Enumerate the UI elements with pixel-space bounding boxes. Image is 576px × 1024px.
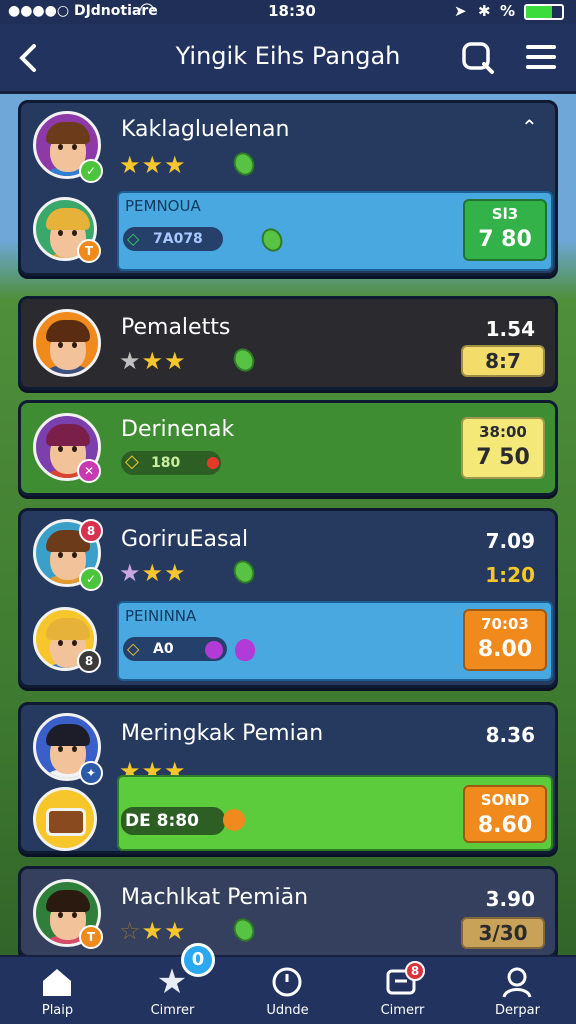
chevron-up-icon[interactable]: ⌃ bbox=[521, 115, 538, 139]
score-small: Sl3 bbox=[491, 205, 519, 223]
hamburger-menu-icon bbox=[526, 45, 556, 69]
player-value: 8.36 bbox=[485, 723, 535, 747]
chevron-left-icon bbox=[19, 44, 36, 72]
player-card[interactable]: Pemaletts ★★★ 1.54 8:7 bbox=[18, 296, 558, 390]
score-pill: DE 8:80 bbox=[121, 807, 225, 835]
score-small: 70:03 bbox=[481, 615, 529, 633]
score-box[interactable]: SOND 8.60 bbox=[463, 785, 547, 843]
coin-badge-icon: 8 bbox=[77, 649, 101, 673]
status-time: 18:30 bbox=[268, 2, 316, 20]
score-big: 7 80 bbox=[478, 227, 532, 252]
score-box[interactable]: 38:00 7 50 bbox=[461, 417, 545, 479]
panel-label: PEMNOUA bbox=[125, 197, 201, 215]
score-small: SOND bbox=[480, 791, 530, 809]
tab-label: Cimrer bbox=[150, 1003, 195, 1018]
status-bar: ●●●●○ DJdnotiare ◠ 18:30 ➤ ✱ % bbox=[0, 0, 576, 24]
player-card[interactable]: ✕ Derinenak 180 ◇ 38:00 7 50 bbox=[18, 400, 558, 496]
carrier-label: ●●●●○ DJdnotiare bbox=[8, 3, 158, 19]
score-big: 7 50 bbox=[476, 445, 530, 470]
tab-stars[interactable]: ★ 0 Cimrer bbox=[115, 943, 230, 1024]
bolt-badge-icon: ✦ bbox=[79, 761, 103, 785]
top-nav-bar: Yingik Eihs Pangah bbox=[0, 24, 576, 94]
shield-icon: ◇ bbox=[127, 229, 140, 248]
clock-icon bbox=[272, 967, 302, 997]
score-box[interactable]: 3/30 bbox=[461, 917, 545, 949]
stats-panel: DE 8:80 SOND 8.60 bbox=[117, 775, 553, 851]
player-card[interactable]: ✓ Kaklagluelenan ⌃ ★★★ T PEMNOUA 7A078 ◇… bbox=[18, 100, 558, 276]
bluetooth-icon: ✱ bbox=[478, 2, 491, 20]
bolt-badge-icon: ✕ bbox=[77, 459, 101, 483]
search-button[interactable] bbox=[460, 40, 496, 76]
location-icon: ➤ bbox=[454, 2, 467, 20]
menu-button[interactable] bbox=[524, 42, 558, 74]
score-box[interactable]: Sl3 7 80 bbox=[463, 199, 547, 261]
home-icon bbox=[43, 969, 71, 996]
player-card[interactable]: 8 ✓ GoriruEasal ★★★ 7.09 1:20 8 PEININNA… bbox=[18, 508, 558, 688]
tab-chat[interactable]: 8 Cimerr bbox=[345, 957, 460, 1024]
player-name: GoriruEasal bbox=[121, 527, 249, 552]
tab-badge: 8 bbox=[405, 961, 425, 981]
stats-panel: PEMNOUA 7A078 ◇ Sl3 7 80 bbox=[117, 191, 553, 271]
tab-badge: 0 bbox=[181, 943, 215, 977]
player-card[interactable]: ✦ Meringkak Pemian ★★★ 8.36 DE 8:80 SOND… bbox=[18, 702, 558, 854]
player-card[interactable]: T Machlkat Pemiān ☆★★ 3.90 3/30 bbox=[18, 866, 558, 958]
alert-badge-icon: 8 bbox=[79, 519, 103, 543]
player-name: Machlkat Pemiān bbox=[121, 885, 309, 910]
player-name: Derinenak bbox=[121, 417, 235, 442]
score-big: 8.00 bbox=[477, 637, 533, 662]
star-rating: ★★★ bbox=[119, 559, 187, 587]
player-value: 7.09 bbox=[485, 529, 535, 553]
star-rating: ☆★★ bbox=[119, 917, 187, 945]
orb-icon bbox=[205, 641, 223, 659]
score-small: 38:00 bbox=[479, 423, 527, 441]
check-badge-icon: ✓ bbox=[79, 159, 103, 183]
gem-icon bbox=[229, 915, 259, 945]
tab-profile[interactable]: Derpar bbox=[460, 957, 575, 1024]
gem-icon bbox=[257, 225, 287, 255]
player-name: Pemaletts bbox=[121, 315, 231, 340]
battery-percent: % bbox=[500, 2, 516, 20]
score-box[interactable]: 70:03 8.00 bbox=[463, 609, 547, 671]
check-badge-icon: ✓ bbox=[79, 567, 103, 591]
tab-label: Derpar bbox=[495, 1003, 540, 1018]
alert-dot-icon bbox=[207, 457, 219, 469]
tab-play[interactable]: Plaip bbox=[0, 957, 115, 1024]
gem-icon bbox=[235, 639, 255, 661]
tab-label: Cimerr bbox=[380, 1003, 425, 1018]
score-box[interactable]: 8:7 bbox=[461, 345, 545, 377]
shield-icon: ◇ bbox=[125, 451, 139, 472]
profile-icon bbox=[502, 967, 532, 998]
stats-panel: PEININNA A0 ◇ 70:03 8.00 bbox=[117, 601, 553, 681]
shield-icon: ◇ bbox=[127, 639, 140, 658]
coin-icon bbox=[223, 809, 245, 831]
coin-badge-icon: T bbox=[77, 239, 101, 263]
star-rating: ★★★ bbox=[119, 347, 187, 375]
tab-label: Plaip bbox=[41, 1003, 74, 1018]
bottom-tab-bar: Plaip ★ 0 Cimrer Udnde 8 Cimerr Derpar bbox=[0, 943, 576, 1024]
player-value: 1.54 bbox=[485, 317, 535, 341]
avatar bbox=[33, 309, 101, 377]
coin-badge-icon: T bbox=[79, 925, 103, 949]
page-title: Yingik Eihs Pangah bbox=[175, 42, 401, 70]
gem-icon bbox=[229, 557, 259, 587]
gem-icon bbox=[229, 345, 259, 375]
tab-updates[interactable]: Udnde bbox=[230, 957, 345, 1024]
player-name: Meringkak Pemian bbox=[121, 721, 324, 746]
battery-icon bbox=[524, 4, 564, 20]
star-rating: ★★★ bbox=[119, 151, 187, 179]
player-timer: 1:20 bbox=[485, 563, 535, 587]
tab-label: Udnde bbox=[266, 1003, 309, 1018]
search-icon bbox=[462, 42, 494, 74]
player-value: 3.90 bbox=[485, 887, 535, 911]
gem-icon bbox=[229, 149, 259, 179]
back-button[interactable] bbox=[14, 40, 46, 76]
chest-icon bbox=[33, 787, 97, 851]
wifi-icon: ◠ bbox=[140, 0, 154, 20]
score-big: 8.60 bbox=[477, 813, 533, 838]
player-name: Kaklagluelenan bbox=[121, 117, 290, 142]
panel-label: PEININNA bbox=[125, 607, 197, 625]
